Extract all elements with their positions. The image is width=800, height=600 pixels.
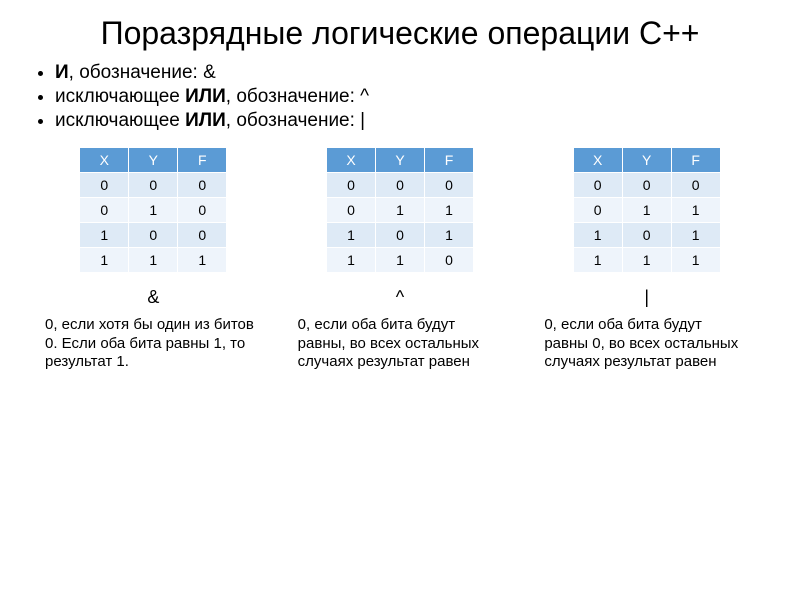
col-header-f: F: [425, 148, 473, 172]
cell-x: 1: [574, 248, 622, 272]
cell-f: 0: [425, 173, 473, 197]
cell-y: 0: [623, 223, 671, 247]
col-header-y: Y: [376, 148, 424, 172]
list-item: исключающее ИЛИ, обозначение: |: [55, 110, 770, 132]
cell-f: 1: [672, 248, 720, 272]
op-prefix: исключающее: [55, 86, 180, 107]
cell-y: 0: [376, 223, 424, 247]
cell-x: 1: [80, 223, 128, 247]
and-table: X Y F 0 0 0 0 1 0 1 0 0: [79, 147, 227, 273]
or-table: X Y F 0 0 0 0 1 1 1 0 1: [573, 147, 721, 273]
col-header-y: Y: [623, 148, 671, 172]
or-description: 0, если оба бита будут равны 0, во всех …: [538, 316, 755, 372]
cell-f: 0: [425, 248, 473, 272]
col-header-x: X: [574, 148, 622, 172]
table-row: 1 0 1: [327, 223, 473, 247]
truth-tables-row: X Y F 0 0 0 0 1 0 1 0 0: [30, 147, 770, 372]
operator-list: И, обозначение: & исключающее ИЛИ, обозн…: [55, 62, 770, 132]
col-header-f: F: [672, 148, 720, 172]
table-header-row: X Y F: [574, 148, 720, 172]
op-suffix: , обозначение: |: [226, 110, 365, 131]
table-row: 0 0 0: [574, 173, 720, 197]
col-header-f: F: [178, 148, 226, 172]
table-row: 1 1 0: [327, 248, 473, 272]
xor-table: X Y F 0 0 0 0 1 1 1 0 1: [326, 147, 474, 273]
cell-x: 1: [327, 248, 375, 272]
op-prefix: исключающее: [55, 110, 180, 131]
cell-x: 0: [574, 198, 622, 222]
op-name: ИЛИ: [180, 86, 226, 107]
cell-f: 0: [178, 223, 226, 247]
cell-y: 1: [623, 248, 671, 272]
cell-y: 1: [623, 198, 671, 222]
op-name: ИЛИ: [180, 110, 226, 131]
cell-y: 1: [129, 198, 177, 222]
op-name: И: [55, 62, 69, 83]
cell-f: 0: [178, 198, 226, 222]
table-row: 0 1 0: [80, 198, 226, 222]
slide: Поразрядные логические операции С++ И, о…: [0, 0, 800, 600]
cell-y: 0: [129, 223, 177, 247]
and-description: 0, если хотя бы один из битов 0. Если об…: [45, 316, 262, 372]
cell-f: 1: [425, 198, 473, 222]
cell-y: 0: [376, 173, 424, 197]
cell-f: 1: [425, 223, 473, 247]
table-row: 0 1 1: [327, 198, 473, 222]
cell-f: 0: [178, 173, 226, 197]
cell-x: 0: [327, 173, 375, 197]
xor-description: 0, если оба бита будут равны, во всех ос…: [292, 316, 509, 372]
table-header-row: X Y F: [327, 148, 473, 172]
cell-x: 1: [80, 248, 128, 272]
xor-column: X Y F 0 0 0 0 1 1 1 0 1: [292, 147, 509, 372]
cell-f: 1: [672, 198, 720, 222]
page-title: Поразрядные логические операции С++: [30, 15, 770, 52]
col-header-x: X: [327, 148, 375, 172]
and-column: X Y F 0 0 0 0 1 0 1 0 0: [45, 147, 262, 372]
list-item: И, обозначение: &: [55, 62, 770, 84]
table-header-row: X Y F: [80, 148, 226, 172]
list-item: исключающее ИЛИ, обозначение: ^: [55, 86, 770, 108]
cell-y: 1: [376, 198, 424, 222]
cell-x: 0: [327, 198, 375, 222]
cell-x: 1: [327, 223, 375, 247]
or-column: X Y F 0 0 0 0 1 1 1 0 1: [538, 147, 755, 372]
cell-f: 1: [672, 223, 720, 247]
cell-x: 0: [574, 173, 622, 197]
xor-symbol: ^: [396, 287, 404, 308]
or-symbol: |: [644, 287, 649, 308]
cell-y: 1: [376, 248, 424, 272]
cell-x: 1: [574, 223, 622, 247]
table-row: 0 0 0: [80, 173, 226, 197]
table-row: 1 1 1: [574, 248, 720, 272]
cell-y: 0: [129, 173, 177, 197]
cell-x: 0: [80, 198, 128, 222]
and-symbol: &: [147, 287, 159, 308]
col-header-y: Y: [129, 148, 177, 172]
cell-x: 0: [80, 173, 128, 197]
cell-f: 0: [672, 173, 720, 197]
table-row: 1 0 1: [574, 223, 720, 247]
table-row: 1 0 0: [80, 223, 226, 247]
col-header-x: X: [80, 148, 128, 172]
cell-y: 0: [623, 173, 671, 197]
op-suffix: , обозначение: ^: [226, 86, 369, 107]
table-row: 0 0 0: [327, 173, 473, 197]
table-row: 1 1 1: [80, 248, 226, 272]
op-suffix: , обозначение: &: [69, 62, 216, 83]
table-row: 0 1 1: [574, 198, 720, 222]
cell-y: 1: [129, 248, 177, 272]
cell-f: 1: [178, 248, 226, 272]
